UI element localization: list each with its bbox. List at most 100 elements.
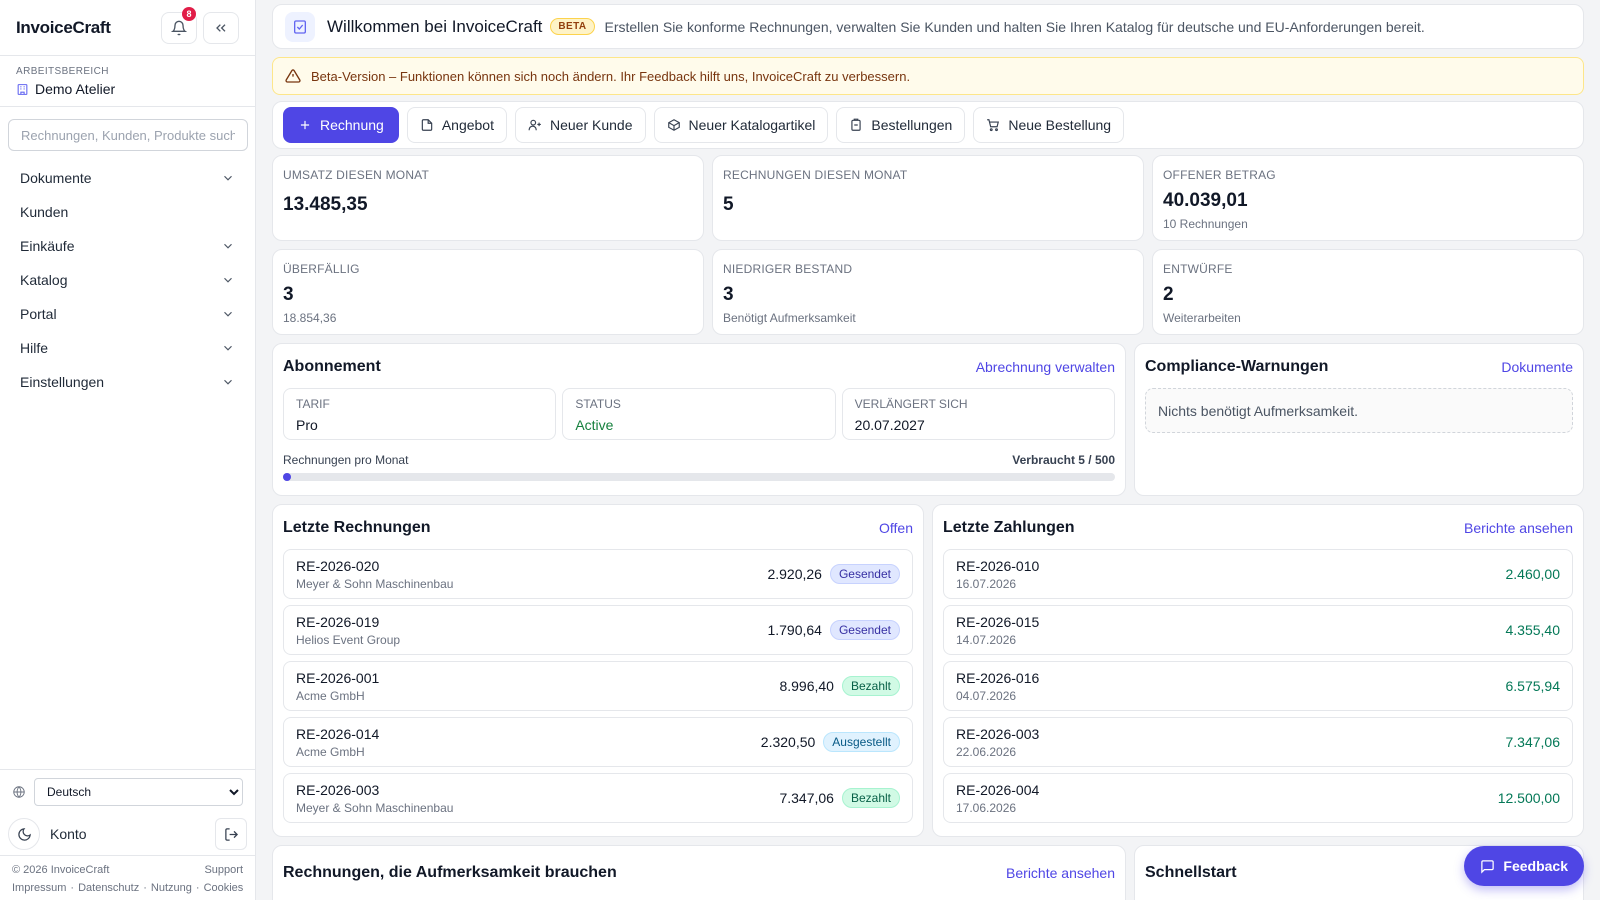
stat-card-invoices-month[interactable]: Rechnungen diesen Monat 5 xyxy=(712,155,1144,241)
invoice-row[interactable]: RE-2026-014 Acme GmbH 2.320,50 Ausgestell… xyxy=(283,717,913,767)
usage-count: Verbraucht 5 / 500 xyxy=(1012,453,1115,467)
invoice-row[interactable]: RE-2026-019 Helios Event Group 1.790,64 G… xyxy=(283,605,913,655)
invoice-amount: 7.347,06 xyxy=(779,790,834,806)
invoice-amount: 2.920,26 xyxy=(767,566,822,582)
beta-badge: BETA xyxy=(550,18,595,35)
payment-amount: 4.355,40 xyxy=(1505,622,1561,638)
sidebar-item-einkaeufe[interactable]: Einkäufe xyxy=(0,229,255,263)
sidebar-item-kunden[interactable]: Kunden xyxy=(0,195,255,229)
invoice-customer: Acme GmbH xyxy=(296,744,365,759)
view-reports-link[interactable]: Berichte ansehen xyxy=(1464,520,1573,536)
payment-row[interactable]: RE-2026-003 22.06.2026 7.347,06 xyxy=(943,717,1573,767)
search-input[interactable] xyxy=(8,119,248,151)
payment-row[interactable]: RE-2026-016 04.07.2026 6.575,94 xyxy=(943,661,1573,711)
invoice-number: RE-2026-001 xyxy=(296,669,380,686)
payment-invoice-number: RE-2026-016 xyxy=(956,669,1040,686)
welcome-icon-box xyxy=(285,11,315,42)
invoice-customer: Helios Event Group xyxy=(296,632,401,647)
recent-invoices-card: Letzte Rechnungen Offen RE-2026-020 Meyer… xyxy=(272,504,924,837)
workspace-switcher[interactable]: ARBEITSBEREICH Demo Atelier xyxy=(0,56,255,107)
attention-reports-link[interactable]: Berichte ansehen xyxy=(1006,865,1115,881)
plus-icon xyxy=(300,120,310,130)
stat-sub: 10 Rechnungen xyxy=(1163,217,1248,231)
recent-payments-title: Letzte Zahlungen xyxy=(943,519,1075,536)
clipboard-icon xyxy=(851,118,862,131)
stat-card-open-amount[interactable]: Offener Betrag 40.039,01 10 Rechnungen xyxy=(1152,155,1584,241)
sidebar-item-portal[interactable]: Portal xyxy=(0,297,255,331)
sidebar-item-label: Kunden xyxy=(20,204,69,220)
nutzung-link[interactable]: Nutzung xyxy=(151,882,192,894)
new-customer-button[interactable]: Neuer Kunde xyxy=(515,107,646,143)
impressum-link[interactable]: Impressum xyxy=(12,882,66,894)
new-catalog-item-button[interactable]: Neuer Katalogartikel xyxy=(653,107,829,143)
logout-button[interactable] xyxy=(215,818,247,850)
logout-icon xyxy=(224,827,238,841)
attention-title: Rechnungen, die Aufmerksamkeit brauchen xyxy=(283,864,617,881)
recent-invoices-title: Letzte Rechnungen xyxy=(283,519,431,536)
stat-card-overdue[interactable]: Überfällig 3 18.854,36 xyxy=(272,249,704,335)
usage-label: Rechnungen pro Monat xyxy=(283,453,409,467)
stat-card-low-stock[interactable]: Niedriger Bestand 3 Benötigt Aufmerksamk… xyxy=(712,249,1144,335)
warning-icon xyxy=(285,69,301,83)
payment-row[interactable]: RE-2026-010 16.07.2026 2.460,00 xyxy=(943,549,1573,599)
new-quote-button[interactable]: Angebot xyxy=(406,107,507,143)
compliance-documents-link[interactable]: Dokumente xyxy=(1501,359,1573,375)
sidebar-item-einstellungen[interactable]: Einstellungen xyxy=(0,365,255,399)
sidebar-item-hilfe[interactable]: Hilfe xyxy=(0,331,255,365)
new-order-button[interactable]: Neue Bestellung xyxy=(973,107,1125,143)
sidebar-item-katalog[interactable]: Katalog xyxy=(0,263,255,297)
chevron-down-icon xyxy=(224,345,232,351)
payment-row[interactable]: RE-2026-004 17.06.2026 12.500,00 xyxy=(943,773,1573,823)
status-badge: Ausgestellt xyxy=(823,732,900,752)
manage-billing-link[interactable]: Abrechnung verwalten xyxy=(976,359,1115,375)
invoice-check-icon xyxy=(294,19,306,34)
renewal-label: VERLÄNGERT SICH xyxy=(854,397,968,411)
chat-icon xyxy=(1481,859,1495,874)
invoice-number: RE-2026-019 xyxy=(296,613,380,630)
stat-label: Niedriger Bestand xyxy=(723,262,853,276)
invoice-row[interactable]: RE-2026-003 Meyer & Sohn Maschinenbau 7.3… xyxy=(283,773,913,823)
invoice-row[interactable]: RE-2026-001 Acme GmbH 8.996,40 Bezahlt xyxy=(283,661,913,711)
notifications-button[interactable]: 8 xyxy=(161,6,197,44)
stat-card-revenue[interactable]: Umsatz diesen Monat 13.485,35 xyxy=(272,155,704,241)
open-invoices-link[interactable]: Offen xyxy=(879,520,913,536)
footer-separator: · xyxy=(143,882,147,894)
status-label: STATUS xyxy=(575,397,621,411)
datenschutz-link[interactable]: Datenschutz xyxy=(78,882,139,894)
stat-sub: Benötigt Aufmerksamkeit xyxy=(723,311,856,325)
stat-value: 2 xyxy=(1163,284,1174,305)
language-select[interactable]: Deutsch xyxy=(34,777,243,806)
usage-progress-fill xyxy=(283,473,292,481)
plan-value: Pro xyxy=(296,417,318,433)
sidebar-item-label: Dokumente xyxy=(20,170,92,186)
invoice-row[interactable]: RE-2026-020 Meyer & Sohn Maschinenbau 2.9… xyxy=(283,549,913,599)
new-invoice-button[interactable]: Rechnung xyxy=(283,107,399,143)
collapse-sidebar-button[interactable] xyxy=(203,11,239,44)
payment-invoice-number: RE-2026-004 xyxy=(956,781,1040,798)
stat-label: Offener Betrag xyxy=(1163,168,1276,182)
plan-label: TARIF xyxy=(296,397,330,411)
quick-actions-bar: Rechnung Angebot Neuer Kunde Neuer Katal… xyxy=(272,101,1584,149)
status-badge: Gesendet xyxy=(829,620,900,640)
support-link[interactable]: Support xyxy=(204,864,243,876)
feedback-button[interactable]: Feedback xyxy=(1464,846,1584,886)
sidebar-item-label: Einstellungen xyxy=(20,374,105,390)
building-icon xyxy=(17,83,28,95)
account-link[interactable]: Konto xyxy=(50,826,205,842)
cookies-link[interactable]: Cookies xyxy=(204,882,244,894)
app-logo[interactable]: InvoiceCraft xyxy=(16,18,155,38)
invoice-customer: Acme GmbH xyxy=(296,688,365,703)
invoice-number: RE-2026-020 xyxy=(296,557,380,574)
sidebar-item-dokumente[interactable]: Dokumente xyxy=(0,161,255,195)
stat-card-drafts[interactable]: Entwürfe 2 Weiterarbeiten xyxy=(1152,249,1584,335)
theme-toggle-button[interactable] xyxy=(8,818,40,850)
stat-sub: 18.854,36 xyxy=(283,311,337,325)
stat-label: Rechnungen diesen Monat xyxy=(723,168,908,182)
globe-icon xyxy=(13,785,25,798)
orders-button[interactable]: Bestellungen xyxy=(836,107,966,143)
new-order-label: Neue Bestellung xyxy=(1008,117,1112,133)
chevron-down-icon xyxy=(224,175,232,181)
payment-date: 04.07.2026 xyxy=(956,688,1017,703)
payment-row[interactable]: RE-2026-015 14.07.2026 4.355,40 xyxy=(943,605,1573,655)
notification-count-badge: 8 xyxy=(182,6,196,21)
